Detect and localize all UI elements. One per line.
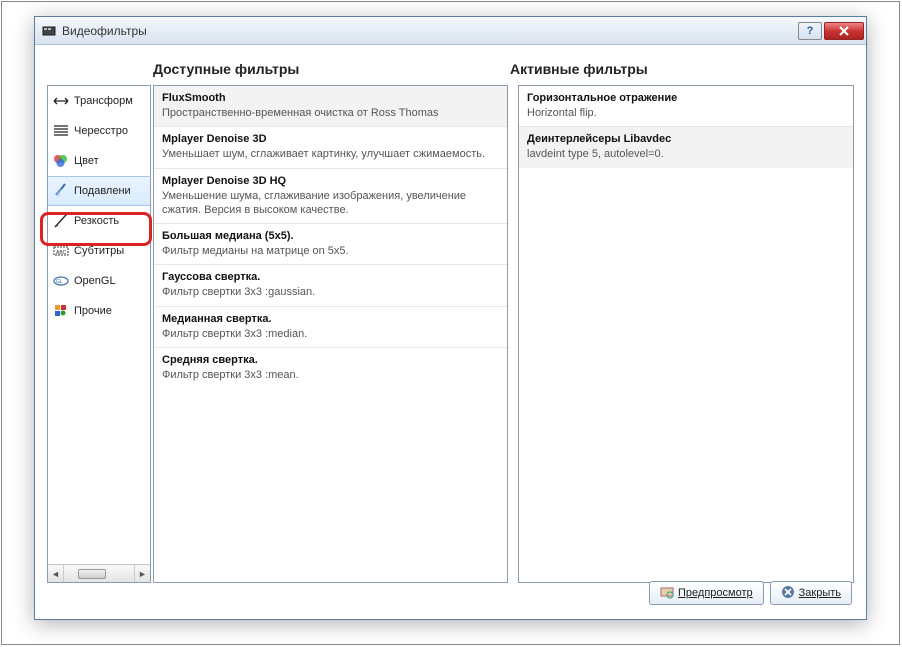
titlebar[interactable]: Видеофильтры ?	[35, 17, 866, 45]
window-title: Видеофильтры	[62, 24, 798, 38]
sidebar-item-sharp[interactable]: Резкость	[48, 206, 150, 236]
filter-name: Деинтерлейсеры Libavdec	[527, 133, 845, 145]
help-button[interactable]: ?	[798, 22, 822, 40]
filter-item[interactable]: FluxSmooth Пространственно-временная очи…	[154, 86, 507, 127]
filter-desc: lavdeint type 5, autolevel=0.	[527, 147, 845, 161]
filter-desc: Фильтр медианы на матрице on 5x5.	[162, 244, 499, 258]
available-filters-list[interactable]: FluxSmooth Пространственно-временная очи…	[153, 85, 508, 583]
filter-desc: Horizontal flip.	[527, 106, 845, 120]
filter-name: Большая медиана (5x5).	[162, 230, 499, 242]
sidebar-item-label: Субтитры	[74, 245, 124, 257]
filter-name: Медианная свертка.	[162, 313, 499, 325]
scroll-right-icon[interactable]: ►	[134, 565, 150, 582]
filter-item[interactable]: Mplayer Denoise 3D Уменьшает шум, сглажи…	[154, 127, 507, 168]
filter-name: Средняя свертка.	[162, 354, 499, 366]
other-icon	[52, 302, 70, 320]
filter-name: Mplayer Denoise 3D	[162, 133, 499, 145]
sidebar-item-label: Чересстро	[74, 125, 128, 137]
sidebar-item-noise[interactable]: Подавлени	[48, 176, 150, 206]
filter-desc: Фильтр свертки 3x3 :gaussian.	[162, 285, 499, 299]
sidebar-item-label: OpenGL	[74, 275, 116, 287]
filter-name: Гауссова свертка.	[162, 271, 499, 283]
sidebar-item-label: Цвет	[74, 155, 99, 167]
sidebar-item-interlace[interactable]: Чересстро	[48, 116, 150, 146]
close-icon	[781, 585, 795, 602]
sharp-icon	[52, 212, 70, 230]
svg-text:GL: GL	[56, 279, 63, 285]
filter-desc: Уменьшает шум, сглаживает картинку, улуч…	[162, 147, 499, 161]
scroll-thumb[interactable]	[78, 569, 106, 579]
filter-desc: Фильтр свертки 3x3 :mean.	[162, 368, 499, 382]
filter-item[interactable]: Большая медиана (5x5). Фильтр медианы на…	[154, 224, 507, 265]
sidebar-item-label: Трансформ	[74, 95, 133, 107]
close-dialog-button[interactable]: Закрыть	[770, 581, 852, 605]
sidebar-item-label: Подавлени	[74, 185, 131, 197]
opengl-icon: GL	[52, 272, 70, 290]
subs-icon: ABC	[52, 242, 70, 260]
dialog-window: Видеофильтры ? Доступные фильтры Активны…	[34, 16, 867, 620]
preview-button[interactable]: Предпросмотр	[649, 581, 764, 605]
sidebar-item-label: Резкость	[74, 215, 119, 227]
filter-name: Mplayer Denoise 3D HQ	[162, 175, 499, 187]
active-filters-header: Активные фильтры	[508, 55, 854, 85]
filter-item[interactable]: Медианная свертка. Фильтр свертки 3x3 :m…	[154, 307, 507, 348]
filter-desc: Уменьшение шума, сглаживание изображения…	[162, 189, 499, 218]
active-filter-item[interactable]: Горизонтальное отражение Horizontal flip…	[519, 86, 853, 127]
filter-name: Горизонтальное отражение	[527, 92, 845, 104]
sidebar-item-other[interactable]: Прочие	[48, 296, 150, 326]
interlace-icon	[52, 122, 70, 140]
close-label: Закрыть	[799, 587, 841, 599]
app-icon	[41, 23, 57, 39]
sidebar-item-transform[interactable]: Трансформ	[48, 86, 150, 116]
filter-name: FluxSmooth	[162, 92, 499, 104]
filter-item[interactable]: Гауссова свертка. Фильтр свертки 3x3 :ga…	[154, 265, 507, 306]
available-filters-header: Доступные фильтры	[151, 55, 508, 85]
active-filter-item[interactable]: Деинтерлейсеры Libavdec lavdeint type 5,…	[519, 127, 853, 167]
sidebar-item-label: Прочие	[74, 305, 112, 317]
filter-desc: Фильтр свертки 3x3 :median.	[162, 327, 499, 341]
color-icon	[52, 152, 70, 170]
sidebar-item-opengl[interactable]: GL OpenGL	[48, 266, 150, 296]
category-sidebar: Трансформ Чересстро Цвет Подавлени	[47, 85, 151, 583]
close-button[interactable]	[824, 22, 864, 40]
scroll-left-icon[interactable]: ◄	[48, 565, 64, 582]
noise-icon	[52, 182, 70, 200]
svg-text:ABC: ABC	[56, 250, 67, 256]
transform-icon	[52, 92, 70, 110]
filter-item[interactable]: Mplayer Denoise 3D HQ Уменьшение шума, с…	[154, 169, 507, 225]
sidebar-scrollbar[interactable]: ◄ ►	[48, 564, 150, 582]
sidebar-item-color[interactable]: Цвет	[48, 146, 150, 176]
preview-label: Предпросмотр	[678, 587, 753, 599]
active-filters-list[interactable]: Горизонтальное отражение Horizontal flip…	[518, 85, 854, 583]
filter-item[interactable]: Средняя свертка. Фильтр свертки 3x3 :mea…	[154, 348, 507, 388]
preview-icon	[660, 585, 674, 602]
filter-desc: Пространственно-временная очистка от Ros…	[162, 106, 499, 120]
sidebar-item-subs[interactable]: ABC Субтитры	[48, 236, 150, 266]
